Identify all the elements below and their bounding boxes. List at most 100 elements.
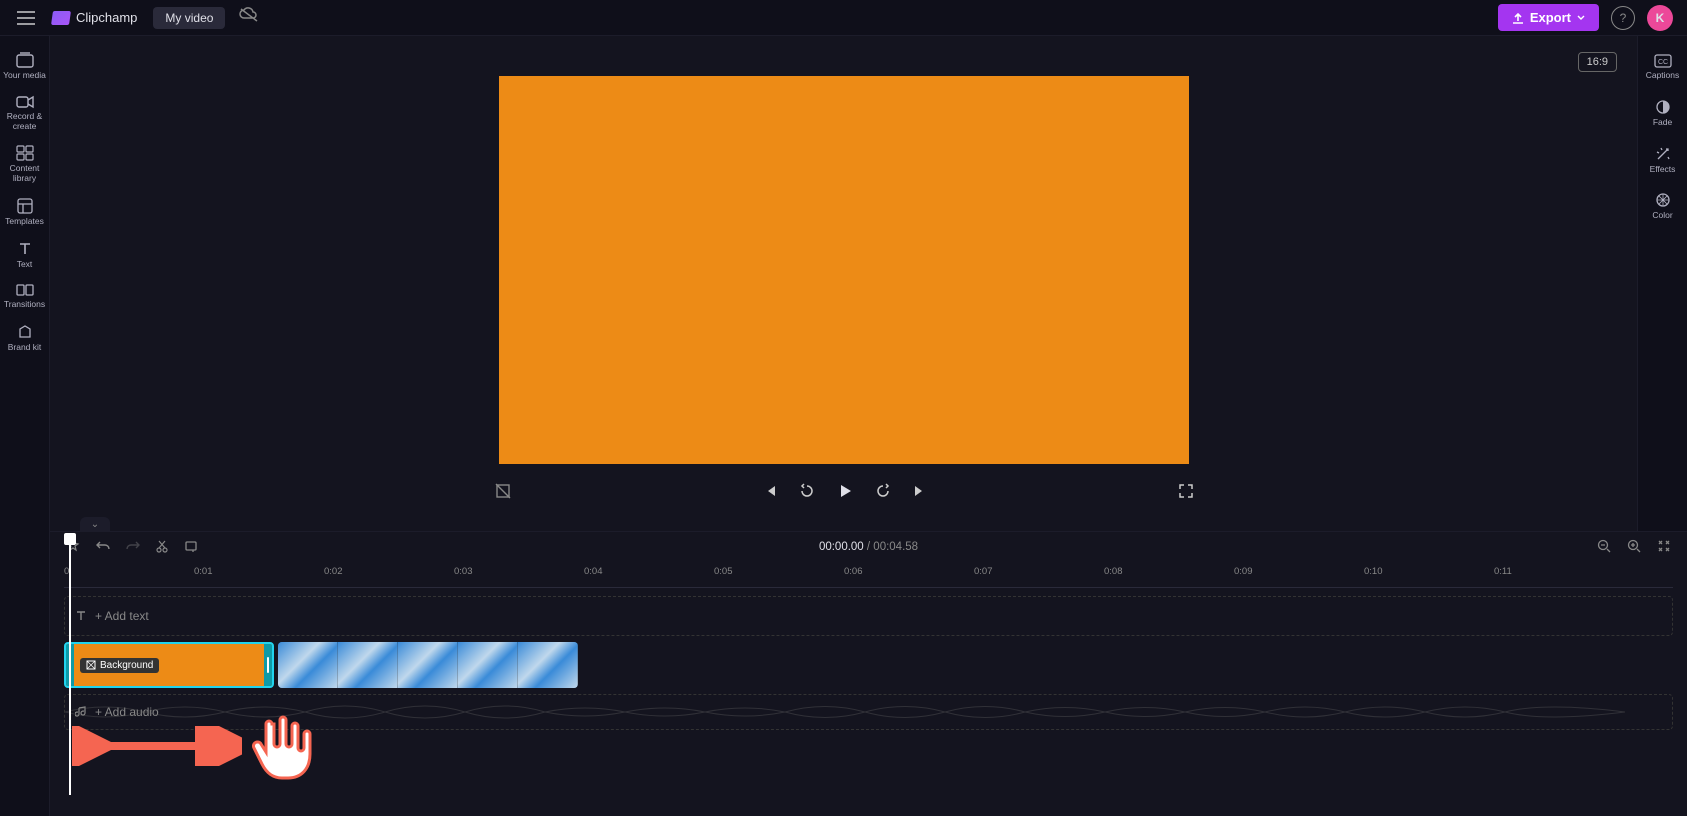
sidebar-label: Captions: [1646, 71, 1680, 81]
sidebar-item-color[interactable]: Color: [1640, 184, 1686, 229]
ruler-tick: 0:03: [454, 566, 473, 577]
cloud-sync-off-button[interactable]: [239, 7, 259, 28]
top-header: Clipchamp My video Export ? K: [0, 0, 1687, 36]
sidebar-item-content-library[interactable]: Content library: [2, 139, 48, 190]
aspect-ratio-button[interactable]: 16:9: [1578, 52, 1617, 72]
ruler-tick: 0:08: [1104, 566, 1123, 577]
text-icon: [75, 610, 87, 622]
zoom-fit-button[interactable]: [1657, 539, 1671, 556]
play-button[interactable]: [837, 483, 853, 503]
ruler-tick: 0:07: [974, 566, 993, 577]
project-name[interactable]: My video: [153, 7, 225, 29]
sidebar-label: Templates: [5, 217, 44, 227]
sidebar-item-templates[interactable]: Templates: [2, 192, 48, 233]
waveform-placeholder: [65, 698, 1625, 726]
sidebar-label: Transitions: [4, 300, 45, 310]
current-time: 00:00.00: [819, 541, 864, 553]
sidebar-item-record-create[interactable]: Record & create: [2, 89, 48, 138]
user-avatar[interactable]: K: [1647, 5, 1673, 31]
total-time: 00:04.58: [873, 541, 918, 553]
fullscreen-button[interactable]: [1178, 483, 1194, 503]
ruler-tick: 0:05: [714, 566, 733, 577]
svg-text:CC: CC: [1657, 59, 1667, 66]
camera-icon: [16, 95, 34, 109]
timeline-tracks: + Add text Background + Add audio: [64, 596, 1673, 730]
clip-thumbnail: [338, 642, 398, 688]
help-button[interactable]: ?: [1611, 6, 1635, 30]
app-name: Clipchamp: [76, 10, 137, 25]
crop-button[interactable]: [184, 539, 198, 556]
right-sidebar: CC Captions Fade Effects Color: [1637, 36, 1687, 531]
crop-disabled-icon[interactable]: [494, 482, 512, 504]
zoom-in-button[interactable]: [1627, 539, 1641, 556]
sidebar-label: Text: [17, 260, 33, 270]
video-clip[interactable]: [278, 642, 578, 688]
skip-start-button[interactable]: [763, 484, 777, 502]
redo-button[interactable]: [126, 540, 140, 555]
sidebar-item-fade[interactable]: Fade: [1640, 91, 1686, 136]
hamburger-icon: [17, 11, 35, 25]
sidebar-item-transitions[interactable]: Transitions: [2, 277, 48, 316]
timeline-toolbar: 00:00.00 / 00:04.58: [50, 532, 1687, 562]
audio-track-placeholder[interactable]: + Add audio: [64, 694, 1673, 730]
video-canvas[interactable]: [499, 76, 1189, 464]
captions-icon: CC: [1654, 54, 1672, 68]
skip-end-button[interactable]: [913, 484, 927, 502]
ruler-tick: 0:06: [844, 566, 863, 577]
clipchamp-logo-icon: [51, 11, 71, 25]
clip-label: Background: [100, 660, 153, 671]
sidebar-item-effects[interactable]: Effects: [1640, 138, 1686, 183]
seek-back-button[interactable]: [799, 483, 815, 503]
clip-thumbnail: [278, 642, 338, 688]
timeline-time-display: 00:00.00 / 00:04.58: [819, 541, 918, 553]
add-text-label: + Add text: [95, 609, 149, 623]
menu-button[interactable]: [14, 6, 38, 30]
clip-thumbnail: [398, 642, 458, 688]
export-label: Export: [1530, 10, 1571, 25]
sidebar-label: Content library: [2, 164, 48, 184]
playhead-handle[interactable]: [64, 533, 76, 545]
export-button[interactable]: Export: [1498, 4, 1599, 31]
sidebar-item-captions[interactable]: CC Captions: [1640, 46, 1686, 89]
ruler-tick: 0:04: [584, 566, 603, 577]
ruler-tick: 0:02: [324, 566, 343, 577]
seek-forward-button[interactable]: [875, 483, 891, 503]
playhead-line: [69, 545, 71, 795]
instructional-resize-arrow: [72, 726, 242, 766]
preview-collapse-toggle[interactable]: ⌄: [80, 517, 110, 531]
brandkit-icon: [17, 324, 33, 340]
app-logo[interactable]: Clipchamp: [52, 10, 137, 25]
undo-button[interactable]: [96, 540, 110, 555]
preview-area: 16:9 ⌄: [50, 36, 1637, 531]
split-button[interactable]: [156, 539, 168, 556]
fade-icon: [1655, 99, 1671, 115]
timeline-ruler[interactable]: 0 0:01 0:02 0:03 0:04 0:05 0:06 0:07 0:0…: [64, 562, 1673, 588]
sidebar-label: Color: [1652, 211, 1672, 221]
ruler-tick: 0:10: [1364, 566, 1383, 577]
text-track-placeholder[interactable]: + Add text: [64, 596, 1673, 636]
sidebar-item-your-media[interactable]: Your media: [2, 46, 48, 87]
clip-thumbnail: [518, 642, 578, 688]
upload-icon: [1512, 12, 1524, 24]
background-clip[interactable]: Background: [64, 642, 274, 688]
media-icon: [16, 52, 34, 68]
library-icon: [16, 145, 34, 161]
sidebar-item-brand-kit[interactable]: Brand kit: [2, 318, 48, 359]
timeline-area: 00:00.00 / 00:04.58 0 0:01 0:02 0:03 0:0…: [50, 531, 1687, 816]
color-icon: [1655, 192, 1671, 208]
sidebar-label: Effects: [1650, 165, 1676, 175]
video-track[interactable]: Background: [64, 642, 1673, 688]
sidebar-label: Fade: [1653, 118, 1672, 128]
transitions-icon: [16, 283, 34, 297]
ruler-tick: 0:09: [1234, 566, 1253, 577]
left-sidebar: Your media Record & create Content libra…: [0, 36, 50, 816]
zoom-out-button[interactable]: [1597, 539, 1611, 556]
sidebar-label: Brand kit: [8, 343, 42, 353]
clip-trim-handle-right[interactable]: [264, 644, 272, 686]
sidebar-label: Record & create: [2, 112, 48, 132]
cloud-off-icon: [239, 7, 259, 23]
playback-controls: [494, 482, 1194, 504]
text-icon: [17, 241, 33, 257]
ruler-tick: 0:01: [194, 566, 213, 577]
sidebar-item-text[interactable]: Text: [2, 235, 48, 276]
